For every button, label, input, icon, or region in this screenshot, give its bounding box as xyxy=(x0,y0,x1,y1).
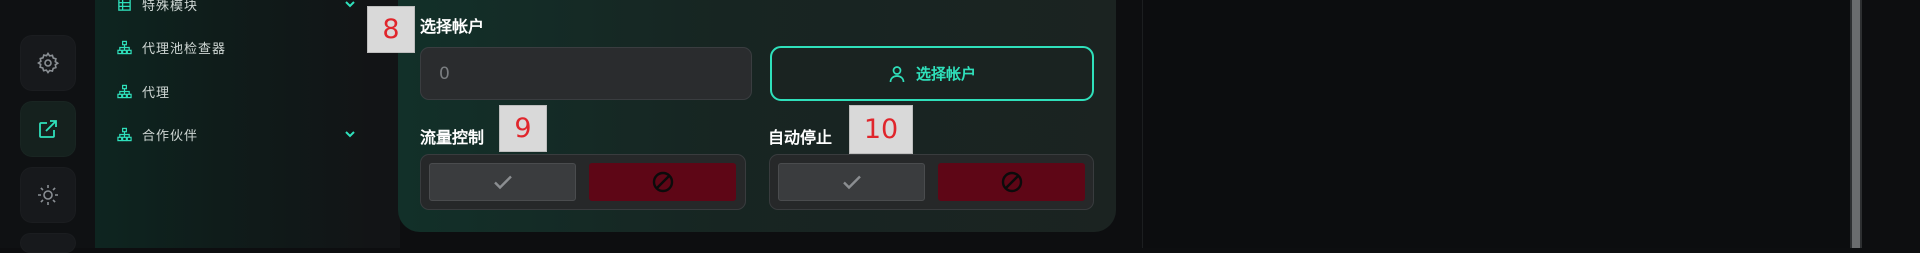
theme-button[interactable] xyxy=(20,167,76,223)
annotation-badge: 10 xyxy=(849,105,913,154)
traffic-control-disable-button[interactable] xyxy=(589,163,736,201)
rail-button-partial[interactable] xyxy=(20,233,76,253)
content-area xyxy=(1142,0,1851,248)
auto-stop-toggle xyxy=(769,154,1094,210)
annotation-badge: 9 xyxy=(499,105,547,152)
sidebar-item-label: 特殊模块 xyxy=(142,0,199,14)
icon-rail xyxy=(0,0,95,253)
auto-stop-enable-button[interactable] xyxy=(778,163,925,201)
traffic-control-enable-button[interactable] xyxy=(429,163,576,201)
sidebar-item-proxy-checker[interactable]: 代理池检查器 xyxy=(117,36,357,58)
sidebar-item-partners[interactable]: 合作伙伴 xyxy=(117,123,357,145)
check-icon xyxy=(842,175,861,190)
gear-icon xyxy=(37,52,60,74)
sidebar-item-label: 代理 xyxy=(142,85,171,101)
external-link-icon xyxy=(39,120,57,138)
scrollbar-thumb[interactable] xyxy=(1852,0,1860,248)
check-icon xyxy=(493,175,512,190)
traffic-control-label: 流量控制 xyxy=(420,128,485,147)
sitemap-icon xyxy=(117,84,132,98)
sun-icon xyxy=(38,185,58,205)
select-account-button-label: 选择帐户 xyxy=(915,65,976,83)
sitemap-icon xyxy=(117,127,132,141)
select-account-label: 选择帐户 xyxy=(420,17,485,36)
sidebar-item-special-modules[interactable]: 特殊模块 xyxy=(117,0,357,15)
sitemap-icon xyxy=(117,40,132,54)
sidebar-item-label: 合作伙伴 xyxy=(142,128,199,144)
auto-stop-disable-button[interactable] xyxy=(938,163,1085,201)
right-margin xyxy=(1862,0,1920,248)
select-account-button[interactable]: 选择帐户 xyxy=(770,46,1094,101)
sidebar-item-label: 代理池检查器 xyxy=(142,41,227,57)
annotation-badge: 8 xyxy=(367,6,415,53)
account-input-value: 0 xyxy=(439,63,450,84)
settings-button[interactable] xyxy=(20,35,76,91)
traffic-control-toggle xyxy=(420,154,746,210)
auto-stop-label: 自动停止 xyxy=(768,128,833,147)
ban-icon xyxy=(1001,171,1022,193)
ban-icon xyxy=(652,171,673,193)
account-input[interactable]: 0 xyxy=(420,47,752,100)
sidebar: 特殊模块 代理池检查器 代理 合作伙伴 xyxy=(95,0,375,248)
chevron-down-icon xyxy=(345,131,355,138)
external-link-button[interactable] xyxy=(20,101,76,157)
user-icon xyxy=(889,65,905,82)
sidebar-item-proxy[interactable]: 代理 xyxy=(117,80,357,102)
chevron-down-icon xyxy=(345,1,355,8)
table-icon xyxy=(118,0,131,11)
